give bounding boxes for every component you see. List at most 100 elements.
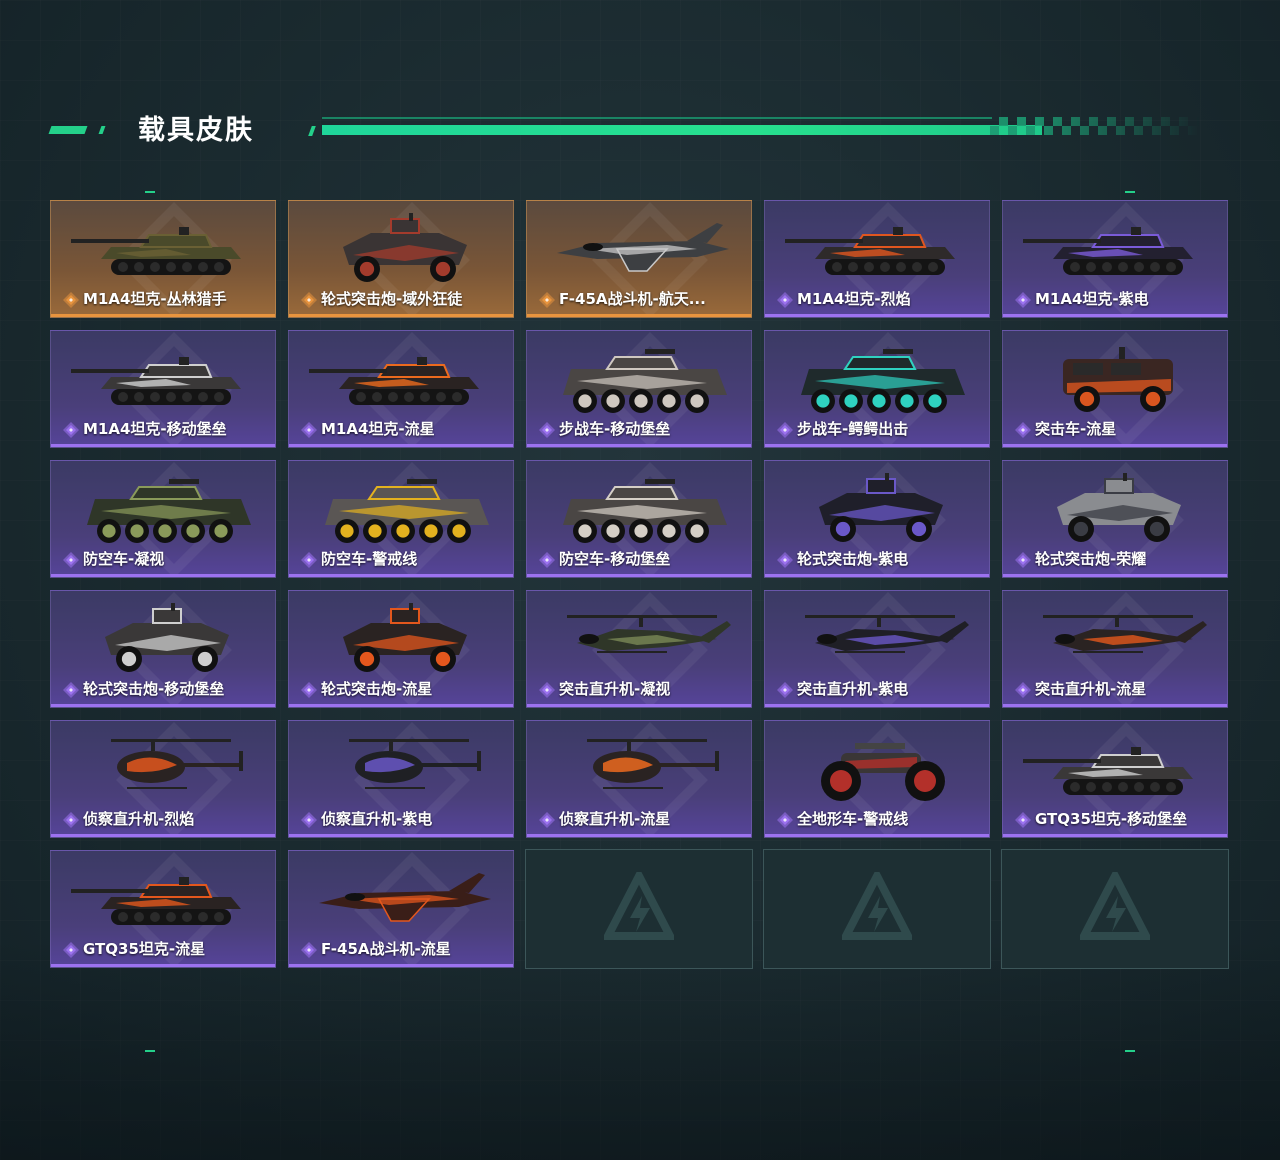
skin-grid: M1A4坦克-丛林猎手 轮式突击炮-域外狂徒 F-45A战斗机-航天... M1… [50, 200, 1230, 970]
skin-card[interactable]: F-45A战斗机-流星 [288, 850, 514, 968]
vehicle-tank-image [785, 227, 955, 275]
skin-card[interactable]: 防空车-凝视 [50, 460, 276, 578]
vehicle-tank-image [71, 227, 241, 275]
skin-card[interactable]: M1A4坦克-烈焰 [764, 200, 990, 318]
rarity-bar [289, 964, 513, 967]
skin-card[interactable]: 突击车-流星 [1002, 330, 1228, 448]
vehicle-wheeled-image [343, 213, 467, 282]
rarity-bar [289, 314, 513, 317]
skin-card[interactable]: 轮式突击炮-紫电 [764, 460, 990, 578]
skin-name: 侦察直升机-流星 [559, 810, 671, 828]
skin-card[interactable]: 侦察直升机-烈焰 [50, 720, 276, 838]
skin-card[interactable]: F-45A战斗机-航天... [526, 200, 752, 318]
rarity-bar [765, 314, 989, 317]
skin-card[interactable]: M1A4坦克-紫电 [1002, 200, 1228, 318]
rarity-bar [527, 574, 751, 577]
rarity-icon [63, 292, 79, 308]
rarity-bar [527, 314, 751, 317]
rarity-bar [1003, 704, 1227, 707]
rarity-icon [539, 812, 555, 828]
skin-card[interactable]: GTQ35坦克-移动堡垒 [1002, 720, 1228, 838]
skin-name: M1A4坦克-烈焰 [797, 290, 911, 308]
game-logo-icon [842, 872, 912, 940]
skin-name: GTQ35坦克-流星 [83, 940, 206, 958]
skin-card[interactable]: 防空车-警戒线 [288, 460, 514, 578]
skin-name: 轮式突击炮-移动堡垒 [83, 680, 225, 698]
vehicle-apc-image [325, 479, 489, 543]
skin-name: 轮式突击炮-域外狂徒 [321, 290, 463, 308]
header-checker-pattern [990, 117, 1200, 135]
skin-card[interactable]: 侦察直升机-紫电 [288, 720, 514, 838]
rarity-bar [527, 704, 751, 707]
rarity-bar [289, 574, 513, 577]
rarity-icon [301, 422, 317, 438]
vehicle-wheeled-image [343, 603, 467, 672]
rarity-icon [63, 422, 79, 438]
skin-card[interactable]: 轮式突击炮-流星 [288, 590, 514, 708]
skin-card[interactable]: 轮式突击炮-移动堡垒 [50, 590, 276, 708]
rarity-icon [1015, 552, 1031, 568]
header-accent-line [322, 125, 1042, 135]
vehicle-apc-image [801, 349, 965, 413]
skin-name: 全地形车-警戒线 [797, 810, 909, 828]
skin-card[interactable]: GTQ35坦克-流星 [50, 850, 276, 968]
skin-name: 步战车-移动堡垒 [559, 420, 671, 438]
rarity-bar [1003, 574, 1227, 577]
header-accent-tick [98, 126, 106, 134]
skin-card[interactable]: 侦察直升机-流星 [526, 720, 752, 838]
rarity-bar [289, 834, 513, 837]
skin-name: 侦察直升机-紫电 [321, 810, 433, 828]
game-logo-icon [1080, 872, 1150, 940]
empty-skin-slot [1001, 849, 1229, 969]
skin-name: M1A4坦克-丛林猎手 [83, 290, 227, 308]
skin-card[interactable]: M1A4坦克-移动堡垒 [50, 330, 276, 448]
skin-card[interactable]: 步战车-移动堡垒 [526, 330, 752, 448]
skin-card[interactable]: M1A4坦克-流星 [288, 330, 514, 448]
skin-card[interactable]: 轮式突击炮-域外狂徒 [288, 200, 514, 318]
rarity-icon [777, 422, 793, 438]
skin-card[interactable]: 全地形车-警戒线 [764, 720, 990, 838]
skin-card[interactable]: 突击直升机-紫电 [764, 590, 990, 708]
skin-name: 突击直升机-流星 [1035, 680, 1147, 698]
rarity-bar [765, 704, 989, 707]
rarity-icon [301, 552, 317, 568]
vehicle-heli-image [567, 615, 731, 653]
vehicle-smallheli-image [349, 739, 481, 789]
skin-card[interactable]: 突击直升机-流星 [1002, 590, 1228, 708]
vehicle-apc-image [87, 479, 251, 543]
corner-mark [145, 191, 155, 193]
skin-card[interactable]: 突击直升机-凝视 [526, 590, 752, 708]
rarity-icon [777, 552, 793, 568]
rarity-icon [301, 682, 317, 698]
skin-card[interactable]: M1A4坦克-丛林猎手 [50, 200, 276, 318]
rarity-icon [777, 682, 793, 698]
rarity-icon [301, 812, 317, 828]
rarity-icon [301, 942, 317, 958]
vehicle-apc-image [563, 479, 727, 543]
vehicle-jet-image [557, 223, 729, 272]
vehicle-heli-image [805, 615, 969, 653]
empty-skin-slot [525, 849, 753, 969]
rarity-icon [777, 292, 793, 308]
skin-name: 轮式突击炮-流星 [321, 680, 433, 698]
skin-name: 步战车-鳄鳄出击 [797, 420, 909, 438]
rarity-bar [51, 964, 275, 967]
vehicle-smallheli-image [587, 739, 719, 789]
skin-name: 轮式突击炮-荣耀 [1035, 550, 1147, 568]
skin-name: 侦察直升机-烈焰 [83, 810, 195, 828]
game-logo-icon [604, 872, 674, 940]
rarity-icon [1015, 682, 1031, 698]
vehicle-smallheli-image [111, 739, 243, 789]
corner-mark [1125, 1050, 1135, 1052]
rarity-icon [1015, 422, 1031, 438]
rarity-icon [1015, 292, 1031, 308]
vehicle-heli-image [1043, 615, 1207, 653]
skin-name: 突击直升机-紫电 [797, 680, 909, 698]
rarity-icon [301, 292, 317, 308]
skin-card[interactable]: 防空车-移动堡垒 [526, 460, 752, 578]
skin-name: 防空车-凝视 [83, 550, 165, 568]
skin-card[interactable]: 轮式突击炮-荣耀 [1002, 460, 1228, 578]
skin-card[interactable]: 步战车-鳄鳄出击 [764, 330, 990, 448]
rarity-bar [1003, 834, 1227, 837]
corner-mark [145, 1050, 155, 1052]
